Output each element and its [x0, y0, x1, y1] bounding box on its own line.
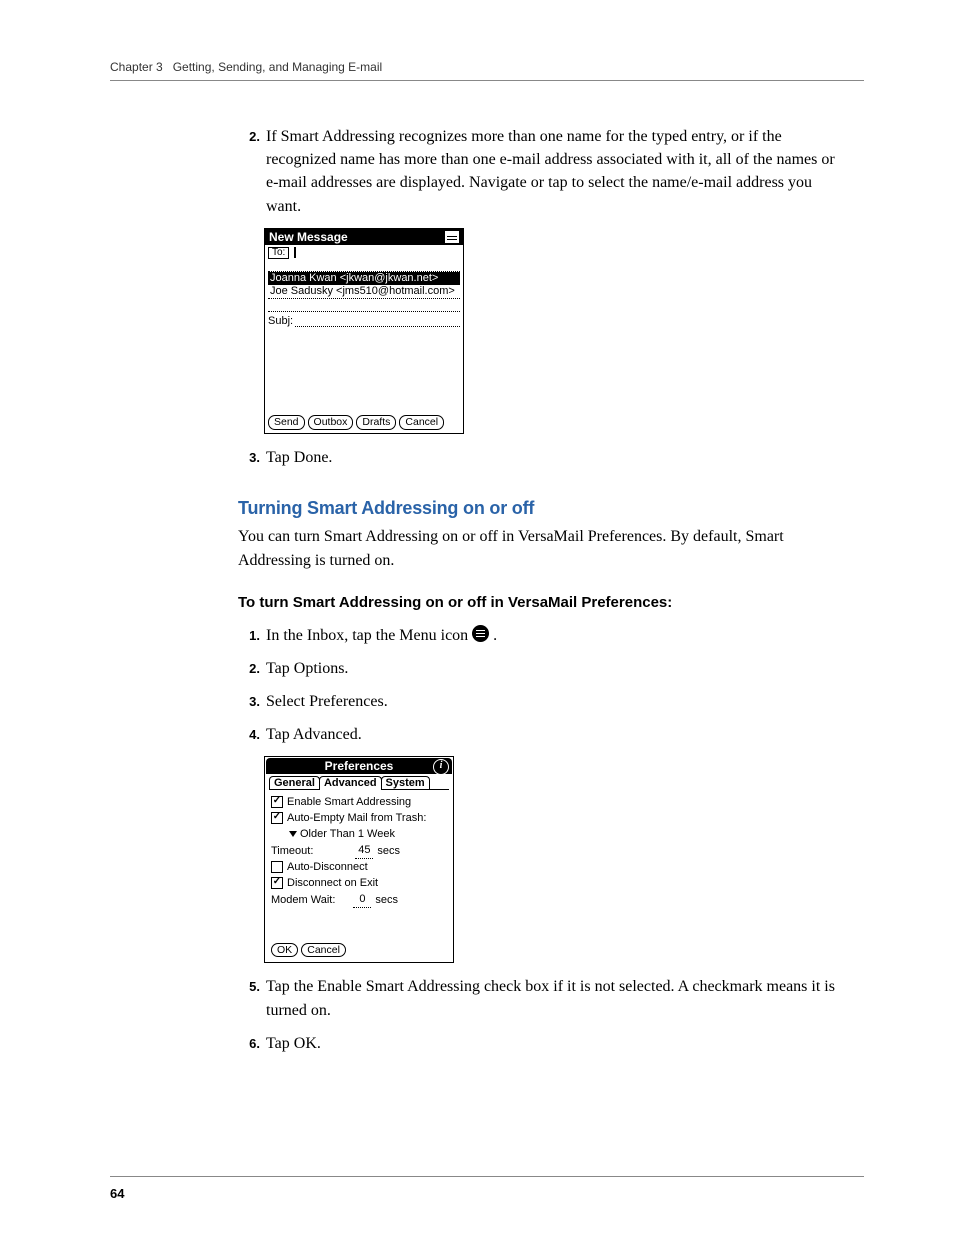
step-number: 3. — [238, 690, 260, 713]
to-row: To: — [268, 245, 460, 260]
prefs-tabs: General Advanced System — [266, 774, 452, 790]
send-button[interactable]: Send — [268, 415, 305, 430]
opt-enable-smart[interactable]: Enable Smart Addressing — [271, 794, 447, 810]
step-number: 5. — [238, 975, 260, 1021]
proc-step-4: 4. Tap Advanced. — [238, 723, 848, 746]
step-body: Select Preferences. — [266, 690, 848, 713]
section-heading: Turning Smart Addressing on or off — [238, 495, 848, 521]
proc-step-5: 5. Tap the Enable Smart Addressing check… — [238, 975, 848, 1021]
screenshot-new-message: New Message To: Joanna Kwan <jkwan@jkwan… — [264, 228, 464, 434]
step-2: 2. If Smart Addressing recognizes more t… — [238, 125, 848, 218]
modem-value[interactable]: 0 — [353, 891, 371, 908]
checkbox-checked-icon[interactable] — [271, 877, 283, 889]
to-field-line[interactable] — [268, 259, 460, 272]
secs-label: secs — [377, 843, 400, 859]
step-body: If Smart Addressing recognizes more than… — [266, 125, 848, 218]
step-body: In the Inbox, tap the Menu icon . — [266, 624, 848, 647]
message-body-area[interactable] — [268, 327, 460, 409]
cancel-button[interactable]: Cancel — [399, 415, 444, 430]
step-number: 3. — [238, 446, 260, 469]
opt-auto-empty[interactable]: Auto-Empty Mail from Trash: — [271, 810, 447, 826]
screenshot-preferences: Preferences i General Advanced System En… — [264, 756, 454, 963]
text-cursor — [294, 247, 296, 258]
menu-dropdown-icon[interactable] — [445, 231, 459, 243]
proc-step-1: 1. In the Inbox, tap the Menu icon . — [238, 624, 848, 647]
prefs-title: Preferences — [325, 759, 394, 773]
step-body: Tap Done. — [266, 446, 848, 469]
menu-icon — [472, 625, 489, 642]
prefs-titlebar: Preferences i — [266, 758, 452, 774]
step-3: 3. Tap Done. — [238, 446, 848, 469]
timeout-label: Timeout: — [271, 843, 313, 859]
chapter-title: Getting, Sending, and Managing E-mail — [173, 60, 382, 74]
dropdown-triangle-icon[interactable] — [289, 831, 297, 837]
autocomplete-option[interactable]: Joe Sadusky <jms510@hotmail.com> — [268, 285, 460, 299]
running-header: Chapter 3 Getting, Sending, and Managing… — [110, 60, 864, 81]
step-text-b: . — [489, 627, 497, 644]
proc-step-3: 3. Select Preferences. — [238, 690, 848, 713]
step-number: 1. — [238, 624, 260, 647]
opt-label: Disconnect on Exit — [287, 875, 378, 891]
step-number: 4. — [238, 723, 260, 746]
palm-titlebar: New Message — [265, 229, 463, 245]
opt-label: Auto-Disconnect — [287, 859, 368, 875]
step-body: Tap OK. — [266, 1032, 848, 1055]
opt-label: Older Than 1 Week — [300, 826, 395, 842]
opt-modem-wait: Modem Wait: 0 secs — [271, 891, 447, 908]
section-para: You can turn Smart Addressing on or off … — [238, 525, 848, 571]
subject-label: Subj: — [268, 316, 293, 327]
timeout-value[interactable]: 45 — [355, 842, 373, 859]
tab-general[interactable]: General — [269, 776, 320, 790]
proc-step-2: 2. Tap Options. — [238, 657, 848, 680]
task-heading: To turn Smart Addressing on or off in Ve… — [238, 592, 848, 614]
checkbox-checked-icon[interactable] — [271, 796, 283, 808]
ok-button[interactable]: OK — [271, 943, 298, 957]
prefs-form: Enable Smart Addressing Auto-Empty Mail … — [266, 791, 452, 940]
chapter-label: Chapter 3 — [110, 60, 163, 74]
footer-rule — [110, 1176, 864, 1177]
opt-auto-disconnect[interactable]: Auto-Disconnect — [271, 859, 447, 875]
step-body: Tap Advanced. — [266, 723, 848, 746]
button-row: Send Outbox Drafts Cancel — [265, 413, 463, 433]
subject-field[interactable] — [295, 315, 460, 327]
step-number: 2. — [238, 657, 260, 680]
step-body: Tap Options. — [266, 657, 848, 680]
tab-advanced[interactable]: Advanced — [319, 776, 382, 790]
field-line[interactable] — [268, 299, 460, 312]
info-icon[interactable]: i — [433, 759, 449, 775]
opt-older-than[interactable]: Older Than 1 Week — [289, 826, 447, 842]
secs-label: secs — [375, 892, 398, 908]
step-text-a: In the Inbox, tap the Menu icon — [266, 627, 472, 644]
palm-title: New Message — [269, 231, 348, 243]
to-label[interactable]: To: — [268, 247, 289, 259]
opt-label: Enable Smart Addressing — [287, 794, 411, 810]
proc-step-6: 6. Tap OK. — [238, 1032, 848, 1055]
step-body: Tap the Enable Smart Addressing check bo… — [266, 975, 848, 1021]
step-number: 6. — [238, 1032, 260, 1055]
checkbox-unchecked-icon[interactable] — [271, 861, 283, 873]
drafts-button[interactable]: Drafts — [356, 415, 396, 430]
step-number: 2. — [238, 125, 260, 218]
outbox-button[interactable]: Outbox — [308, 415, 354, 430]
modem-label: Modem Wait: — [271, 892, 335, 908]
tab-system[interactable]: System — [381, 776, 430, 790]
autocomplete-option-selected[interactable]: Joanna Kwan <jkwan@jkwan.net> — [268, 272, 460, 285]
cancel-button[interactable]: Cancel — [301, 943, 346, 957]
page-number: 64 — [110, 1186, 124, 1201]
prefs-button-row: OK Cancel — [266, 940, 452, 961]
main-content: 2. If Smart Addressing recognizes more t… — [238, 125, 848, 1055]
opt-disconnect-exit[interactable]: Disconnect on Exit — [271, 875, 447, 891]
opt-label: Auto-Empty Mail from Trash: — [287, 810, 426, 826]
checkbox-checked-icon[interactable] — [271, 812, 283, 824]
opt-timeout: Timeout: 45 secs — [271, 842, 447, 859]
